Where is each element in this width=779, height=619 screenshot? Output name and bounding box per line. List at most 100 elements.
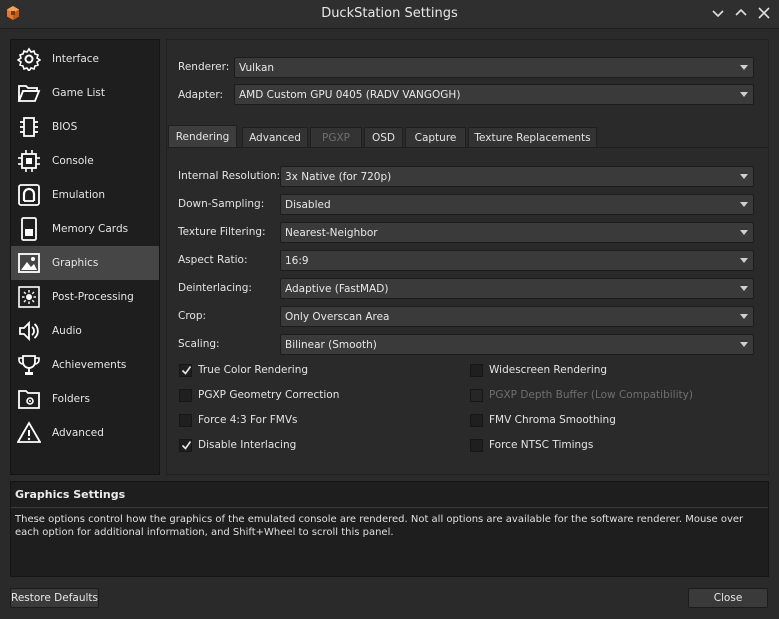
chevron-up-icon[interactable]	[733, 5, 749, 21]
sidebar-item-label: Achievements	[52, 359, 127, 371]
checkmark-icon	[181, 365, 192, 375]
chip-icon	[16, 114, 42, 140]
chevron-down-icon	[740, 230, 748, 235]
setting-label: Texture Filtering:	[178, 226, 266, 238]
select-value: Only Overscan Area	[285, 310, 390, 323]
sidebar-item-label: Graphics	[52, 257, 99, 269]
divider	[11, 507, 768, 508]
deinterlacing-select[interactable]: Adaptive (FastMAD)	[280, 278, 754, 299]
tab-capture[interactable]: Capture	[405, 127, 466, 147]
memory-card-icon	[16, 216, 42, 242]
fmv-chroma-smoothing-checkbox[interactable]: FMV Chroma Smoothing	[470, 412, 616, 428]
sidebar-item-label: Folders	[52, 393, 90, 405]
sidebar-item-game-list[interactable]: Game List	[11, 76, 159, 110]
restore-defaults-button[interactable]: Restore Defaults	[10, 588, 99, 608]
emulation-icon	[16, 182, 42, 208]
renderer-label: Renderer:	[178, 61, 230, 73]
checkbox-label: PGXP Depth Buffer (Low Compatibility)	[489, 389, 693, 401]
sidebar-item-post-processing[interactable]: Post-Processing	[11, 280, 159, 314]
close-icon[interactable]	[756, 5, 772, 21]
select-value: Disabled	[285, 198, 331, 211]
warning-icon	[16, 420, 42, 446]
adapter-select[interactable]: AMD Custom GPU 0405 (RADV VANGOGH)	[234, 84, 754, 105]
tab-advanced[interactable]: Advanced	[242, 127, 308, 147]
force-ntsc-timings-checkbox[interactable]: Force NTSC Timings	[470, 437, 593, 453]
renderer-select-value: Vulkan	[239, 61, 275, 74]
true-color-checkbox[interactable]: True Color Rendering	[179, 362, 308, 378]
tab-texture-replacements[interactable]: Texture Replacements	[468, 127, 597, 147]
checkbox-label: Widescreen Rendering	[489, 364, 608, 376]
chevron-down-icon	[740, 65, 748, 70]
sidebar-item-label: Memory Cards	[52, 223, 129, 235]
widescreen-rendering-checkbox[interactable]: Widescreen Rendering	[470, 362, 607, 378]
setting-label: Crop:	[178, 310, 207, 322]
tab-rendering[interactable]: Rendering	[168, 125, 237, 147]
sidebar-item-memory-cards[interactable]: Memory Cards	[11, 212, 159, 246]
sidebar-item-label: Advanced	[52, 427, 104, 439]
tab-osd[interactable]: OSD	[364, 127, 403, 147]
graphics-settings-panel: Renderer: Vulkan Adapter: AMD Custom GPU…	[166, 39, 769, 475]
scaling-select[interactable]: Bilinear (Smooth)	[280, 334, 754, 355]
chevron-down-icon	[740, 314, 748, 319]
image-icon	[16, 250, 42, 276]
sidebar-item-bios[interactable]: BIOS	[11, 110, 159, 144]
sidebar-item-label: Emulation	[52, 189, 105, 201]
select-value: 16:9	[285, 254, 309, 267]
close-button[interactable]: Close	[688, 588, 768, 608]
adapter-select-value: AMD Custom GPU 0405 (RADV VANGOGH)	[239, 88, 461, 101]
sidebar-item-folders[interactable]: Folders	[11, 382, 159, 416]
checkbox-box	[470, 363, 483, 377]
trophy-icon	[16, 352, 42, 378]
checkbox-box	[179, 413, 192, 427]
rendering-tab-pane: Internal Resolution: 3x Native (for 720p…	[167, 147, 768, 474]
description-text: These options control how the graphics o…	[15, 514, 744, 538]
sidebar-item-emulation[interactable]: Emulation	[11, 178, 159, 212]
settings-gear-icon	[16, 46, 42, 72]
checkbox-box	[470, 438, 483, 452]
tab-pgxp: PGXP	[310, 127, 362, 147]
sidebar-item-graphics[interactable]: Graphics	[11, 246, 159, 280]
select-value: Adaptive (FastMAD)	[285, 282, 389, 295]
sidebar-item-label: Post-Processing	[52, 291, 134, 303]
sidebar-item-interface[interactable]: Interface	[11, 42, 159, 76]
checkbox-label: PGXP Geometry Correction	[198, 389, 340, 401]
pgxp-geometry-correction-checkbox[interactable]: PGXP Geometry Correction	[179, 387, 339, 403]
down-sampling-select[interactable]: Disabled	[280, 194, 754, 215]
sidebar-item-advanced[interactable]: Advanced	[11, 416, 159, 450]
folder-open-icon	[16, 80, 42, 106]
checkbox-label: Disable Interlacing	[198, 439, 297, 451]
pgxp-depth-buffer-checkbox: PGXP Depth Buffer (Low Compatibility)	[470, 387, 693, 403]
checkbox-box	[470, 388, 483, 402]
internal-resolution-select[interactable]: 3x Native (for 720p)	[280, 166, 754, 187]
force-43-fmvs-checkbox[interactable]: Force 4:3 For FMVs	[179, 412, 297, 428]
sidebar-item-label: BIOS	[52, 121, 78, 133]
graphics-tabs: Rendering Advanced PGXP OSD Capture Text…	[167, 125, 768, 147]
setting-label: Internal Resolution:	[178, 170, 281, 182]
sidebar-item-achievements[interactable]: Achievements	[11, 348, 159, 382]
settings-description: Graphics Settings These options control …	[10, 481, 769, 577]
sidebar-item-label: Game List	[52, 87, 105, 99]
description-title: Graphics Settings	[15, 488, 126, 501]
brightness-icon	[16, 284, 42, 310]
sidebar-item-audio[interactable]: Audio	[11, 314, 159, 348]
sidebar-item-console[interactable]: Console	[11, 144, 159, 178]
crop-select[interactable]: Only Overscan Area	[280, 306, 754, 327]
renderer-select[interactable]: Vulkan	[234, 57, 754, 78]
aspect-ratio-select[interactable]: 16:9	[280, 250, 754, 271]
folder-settings-icon	[16, 386, 42, 412]
checkbox-box	[179, 363, 192, 377]
checkbox-label: Force NTSC Timings	[489, 439, 594, 451]
select-value: 3x Native (for 720p)	[285, 170, 392, 183]
checkbox-label: True Color Rendering	[198, 364, 309, 376]
chevron-down-icon	[740, 342, 748, 347]
checkmark-icon	[181, 440, 192, 450]
select-value: Bilinear (Smooth)	[285, 338, 377, 351]
setting-label: Scaling:	[178, 338, 220, 350]
disable-interlacing-checkbox[interactable]: Disable Interlacing	[179, 437, 296, 453]
chevron-down-icon[interactable]	[710, 5, 726, 21]
checkbox-box	[179, 438, 192, 452]
setting-label: Down-Sampling:	[178, 198, 265, 210]
chevron-down-icon	[740, 202, 748, 207]
texture-filtering-select[interactable]: Nearest-Neighbor	[280, 222, 754, 243]
select-value: Nearest-Neighbor	[285, 226, 378, 239]
